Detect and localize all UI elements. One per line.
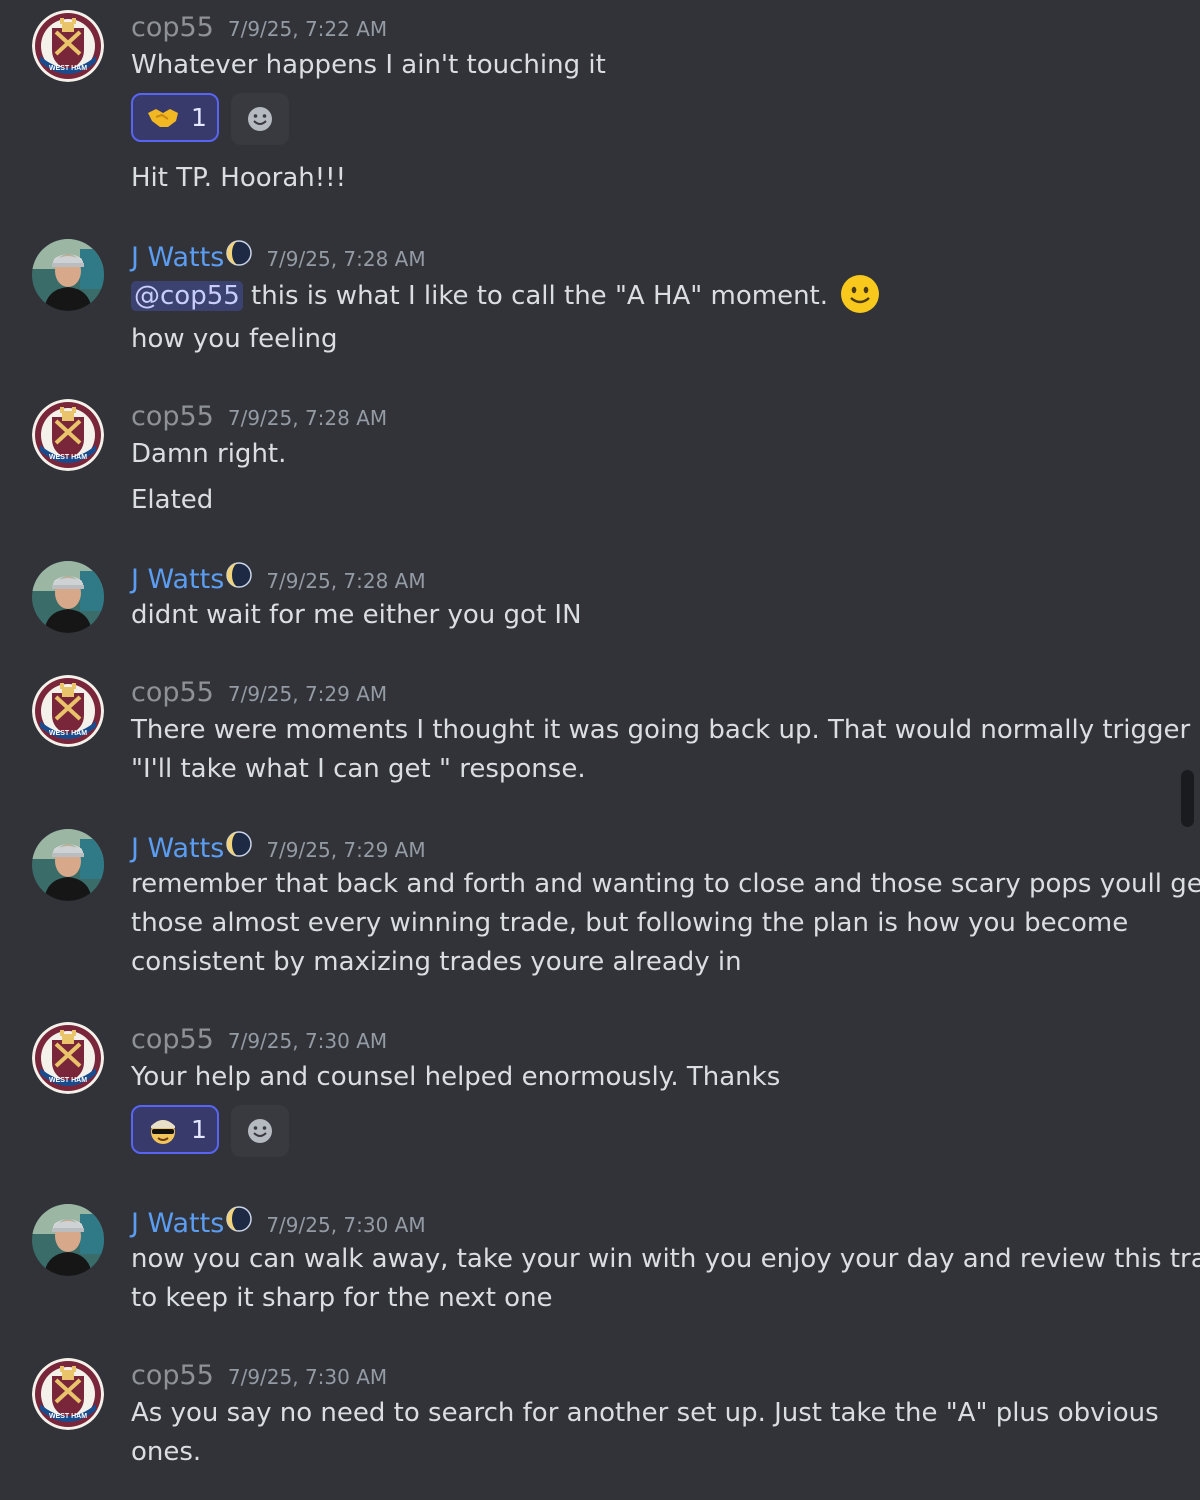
avatar-jwatts[interactable] bbox=[32, 239, 104, 311]
message-text: "I'll take what I can get " response. bbox=[131, 754, 586, 784]
moon-icon bbox=[226, 831, 253, 857]
username[interactable]: J Watts bbox=[131, 833, 224, 864]
user-mention[interactable]: @cop55 bbox=[131, 281, 243, 311]
username[interactable]: cop55 bbox=[131, 12, 214, 43]
message-text: remember that back and forth and wanting… bbox=[131, 869, 1200, 899]
username[interactable]: J Watts bbox=[131, 242, 224, 273]
message-text: consistent by maxizing trades youre alre… bbox=[131, 947, 742, 977]
west-ham-crest-icon bbox=[32, 1022, 104, 1094]
message-text: those almost every winning trade, but fo… bbox=[131, 908, 1129, 938]
add-reaction-button[interactable] bbox=[231, 93, 289, 145]
avatar-cop55[interactable] bbox=[32, 675, 104, 747]
timestamp[interactable]: 7/9/25, 7:30 AM bbox=[228, 1029, 387, 1053]
message-text: now you can walk away, take your win wit… bbox=[131, 1244, 1200, 1274]
avatar-cop55[interactable] bbox=[32, 1022, 104, 1094]
scrollbar-thumb[interactable] bbox=[1181, 770, 1194, 827]
profile-photo bbox=[32, 239, 104, 311]
username[interactable]: cop55 bbox=[131, 677, 214, 708]
timestamp[interactable]: 7/9/25, 7:30 AM bbox=[266, 1213, 425, 1237]
west-ham-crest-icon bbox=[32, 399, 104, 471]
timestamp[interactable]: 7/9/25, 7:28 AM bbox=[266, 247, 425, 271]
slightly-smiling-face-icon bbox=[841, 275, 880, 313]
avatar-jwatts[interactable] bbox=[32, 561, 104, 633]
west-ham-crest-icon bbox=[32, 1358, 104, 1430]
profile-photo bbox=[32, 561, 104, 633]
message-text: There were moments I thought it was goin… bbox=[131, 715, 1200, 745]
message-text: Hit TP. Hoorah!!! bbox=[131, 163, 347, 193]
smiley-icon bbox=[247, 106, 273, 132]
avatar-cop55[interactable] bbox=[32, 10, 104, 82]
cool-face-icon bbox=[145, 1113, 181, 1147]
profile-photo bbox=[32, 829, 104, 901]
username[interactable]: J Watts bbox=[131, 1208, 224, 1239]
reaction-button[interactable]: 1 bbox=[131, 93, 219, 142]
message-text: how you feeling bbox=[131, 324, 338, 354]
message-text: Your help and counsel helped enormously.… bbox=[131, 1062, 781, 1092]
avatar-jwatts[interactable] bbox=[32, 829, 104, 901]
timestamp[interactable]: 7/9/25, 7:28 AM bbox=[266, 569, 425, 593]
handshake-icon bbox=[145, 101, 181, 135]
reaction-button[interactable]: 1 bbox=[131, 1105, 219, 1154]
west-ham-crest-icon bbox=[32, 675, 104, 747]
add-reaction-button[interactable] bbox=[231, 1105, 289, 1157]
avatar-cop55[interactable] bbox=[32, 1358, 104, 1430]
message-text: Damn right. bbox=[131, 439, 287, 469]
moon-icon bbox=[226, 240, 253, 266]
message-text: @cop55 this is what I like to call the "… bbox=[131, 274, 880, 316]
message-text-part: this is what I like to call the "A HA" m… bbox=[242, 281, 829, 311]
username[interactable]: J Watts bbox=[131, 564, 224, 595]
timestamp[interactable]: 7/9/25, 7:30 AM bbox=[228, 1365, 387, 1389]
timestamp[interactable]: 7/9/25, 7:29 AM bbox=[228, 682, 387, 706]
username[interactable]: cop55 bbox=[131, 1360, 214, 1391]
message-text: didnt wait for me either you got IN bbox=[131, 600, 582, 630]
timestamp[interactable]: 7/9/25, 7:22 AM bbox=[228, 17, 387, 41]
moon-icon bbox=[226, 562, 253, 588]
message-text: Whatever happens I ain't touching it bbox=[131, 50, 606, 80]
reaction-count: 1 bbox=[191, 103, 207, 132]
message-text: to keep it sharp for the next one bbox=[131, 1283, 553, 1313]
reaction-count: 1 bbox=[191, 1115, 207, 1144]
message-text: Elated bbox=[131, 485, 214, 515]
username[interactable]: cop55 bbox=[131, 401, 214, 432]
timestamp[interactable]: 7/9/25, 7:28 AM bbox=[228, 406, 387, 430]
message-text: ones. bbox=[131, 1437, 202, 1467]
avatar-jwatts[interactable] bbox=[32, 1204, 104, 1276]
moon-icon bbox=[226, 1206, 253, 1232]
west-ham-crest-icon bbox=[32, 10, 104, 82]
message-text: As you say no need to search for another… bbox=[131, 1398, 1159, 1428]
avatar-cop55[interactable] bbox=[32, 399, 104, 471]
profile-photo bbox=[32, 1204, 104, 1276]
timestamp[interactable]: 7/9/25, 7:29 AM bbox=[266, 838, 425, 862]
smiley-icon bbox=[247, 1118, 273, 1144]
username[interactable]: cop55 bbox=[131, 1024, 214, 1055]
